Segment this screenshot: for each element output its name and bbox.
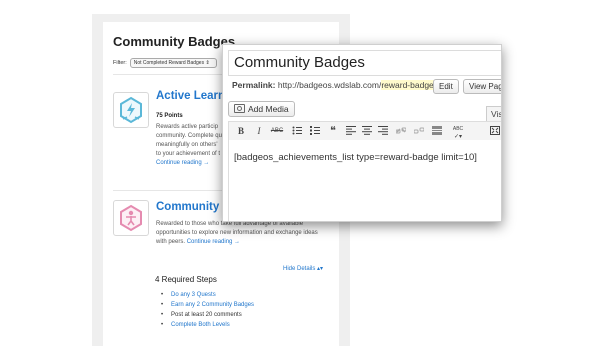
desc-line: to your achievement of t (156, 151, 221, 157)
italic-button[interactable]: I (253, 125, 265, 137)
badge-description: Rewarded to those who take full advantag… (156, 220, 318, 247)
fullscreen-icon[interactable] (489, 125, 501, 137)
post-title-text: Community Badges (234, 54, 365, 71)
permalink-row: Permalink: http://badgeos.wdslab.com/rew… (232, 80, 440, 90)
add-media-label: Add Media (248, 104, 289, 114)
numbered-list-icon[interactable] (309, 125, 321, 137)
camera-icon (234, 104, 245, 113)
step-item: Do any 3 Quests (161, 290, 254, 300)
unlink-icon[interactable] (413, 125, 425, 137)
desc-line: meaningfully on others' (156, 142, 218, 148)
hide-details-label: Hide Details (283, 266, 316, 272)
hide-details-link[interactable]: Hide Details ▴▾ (283, 265, 323, 272)
shortcode-text: [badgeos_achievements_list type=reward-b… (234, 152, 477, 163)
edit-permalink-button[interactable]: Edit (433, 79, 459, 94)
badge-points: 75 Points (156, 113, 183, 119)
bullet-list-icon[interactable] (291, 125, 303, 137)
desc-line: community. Complete qu (156, 133, 222, 139)
spellcheck-button[interactable]: ABC ✓▾ (449, 125, 467, 140)
steps-list: Do any 3 Quests Earn any 2 Community Bad… (161, 290, 254, 330)
align-center-icon[interactable] (361, 125, 373, 137)
step-item: Earn any 2 Community Badges (161, 300, 254, 310)
lightning-badge-icon[interactable] (113, 92, 149, 128)
continue-reading-link[interactable]: Continue reading → (156, 159, 222, 168)
filter-row: Filter: Not Completed Reward Badges ⇕ (113, 58, 217, 68)
more-tag-icon[interactable] (431, 125, 443, 137)
page-title: Community Badges (113, 34, 236, 49)
editor-toolbar: B I ABC ❝ ABC ✓▾ (228, 121, 501, 141)
align-left-icon[interactable] (345, 125, 357, 137)
filter-value: Not Completed Reward Badges (133, 60, 205, 66)
add-media-button[interactable]: Add Media (228, 101, 295, 117)
permalink-label: Permalink: (232, 80, 276, 90)
post-editor-window: Community Badges Permalink: http://badge… (222, 44, 502, 222)
desc-text: with peers. (156, 239, 186, 245)
required-steps-title: 4 Required Steps (155, 275, 217, 284)
blockquote-button[interactable]: ❝ (327, 125, 339, 137)
link-icon[interactable] (395, 125, 407, 137)
desc-line: Rewards active particip (156, 124, 219, 130)
desc-line: opportunities to explore new information… (156, 230, 318, 236)
step-item: Complete Both Levels (161, 320, 254, 330)
collapse-arrows-icon: ▴▾ (317, 266, 324, 272)
editor-content-area[interactable]: [badgeos_achievements_list type=reward-b… (228, 140, 501, 221)
badge-description: Rewards active particip community. Compl… (156, 123, 222, 168)
filter-select[interactable]: Not Completed Reward Badges ⇕ (129, 58, 217, 68)
step-link[interactable]: Earn any 2 Community Badges (171, 302, 254, 308)
tab-visual[interactable]: Vis (486, 106, 501, 122)
permalink-slug[interactable]: reward-badges (381, 80, 439, 90)
step-text: Post at least 20 comments (171, 312, 242, 318)
spellcheck-label: ABC (452, 126, 464, 132)
step-item: Post at least 20 comments (161, 310, 254, 320)
post-title-input[interactable]: Community Badges (228, 50, 501, 76)
view-page-button[interactable]: View Pag (463, 79, 501, 94)
align-right-icon[interactable] (377, 125, 389, 137)
filter-label: Filter: (113, 60, 127, 66)
strikethrough-button[interactable]: ABC (269, 125, 285, 137)
select-arrows-icon: ⇕ (205, 60, 210, 66)
desc-line: with peers. Continue reading → (156, 238, 318, 247)
continue-reading-link[interactable]: Continue reading → (187, 239, 240, 245)
step-link[interactable]: Do any 3 Quests (171, 292, 216, 298)
badge-title-link[interactable]: Active Learne (156, 90, 231, 102)
step-link[interactable]: Complete Both Levels (171, 322, 230, 328)
person-badge-icon[interactable] (113, 200, 149, 236)
bold-button[interactable]: B (235, 125, 247, 137)
permalink-base: http://badgeos.wdslab.com/ (277, 80, 382, 90)
